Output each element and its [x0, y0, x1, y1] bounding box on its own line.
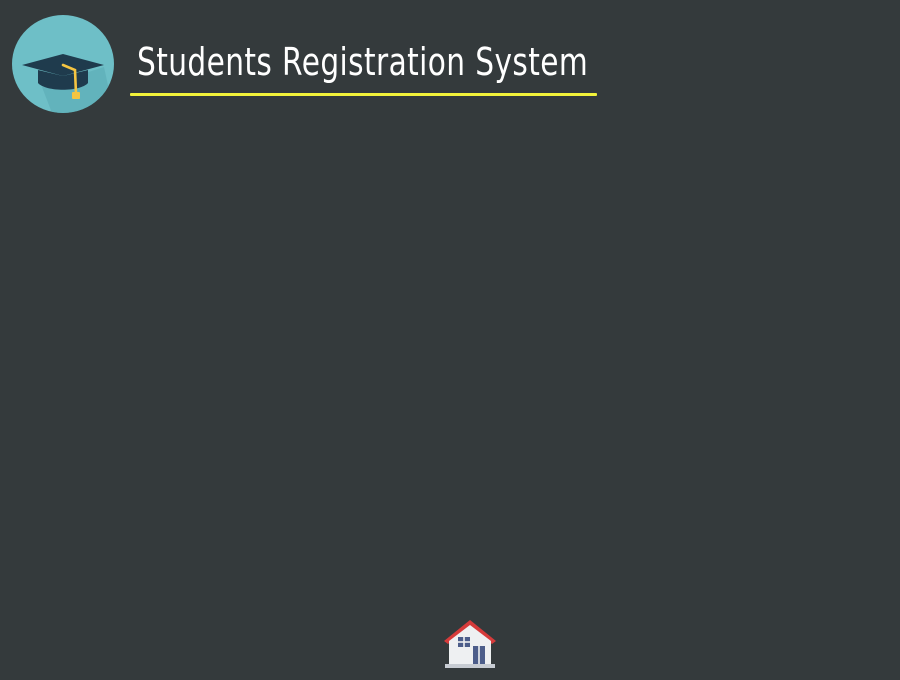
logo — [12, 15, 114, 113]
title-underline — [130, 93, 597, 96]
house-icon — [444, 620, 496, 668]
home-button[interactable] — [440, 614, 500, 670]
app-window: Students Registration System — [0, 0, 900, 680]
page-title: Students Registration System — [137, 40, 589, 84]
header: Students Registration System — [0, 0, 900, 120]
content-area — [0, 120, 900, 610]
graduation-cap-icon — [22, 54, 114, 113]
